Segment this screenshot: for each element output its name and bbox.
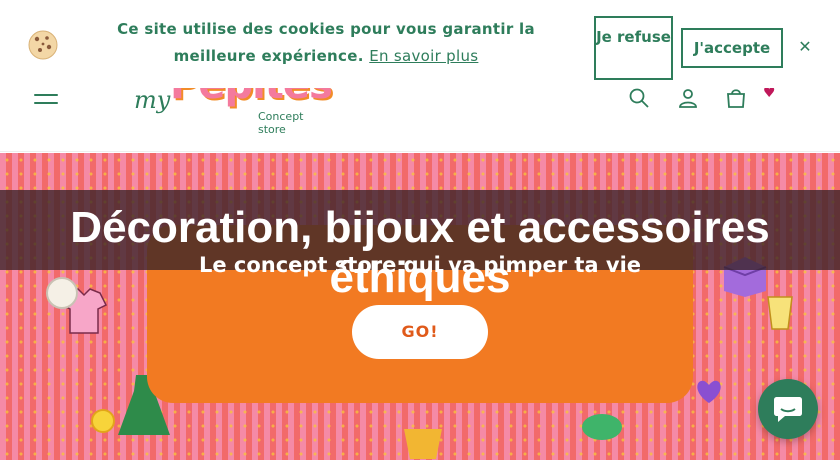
logo-tagline: Concept store <box>258 110 304 136</box>
lemon-illustration <box>91 409 115 433</box>
menu-icon[interactable] <box>34 86 58 108</box>
logo-prefix: my <box>134 86 171 114</box>
cart-icon[interactable] <box>724 86 748 110</box>
accept-cookies-button[interactable]: J'accepte <box>681 28 783 68</box>
account-icon[interactable] <box>676 86 700 110</box>
hero-subtitle: Le concept store qui va pimper ta vie <box>198 253 642 277</box>
cookie-message: Ce site utilise des cookies pour vous ga… <box>76 16 576 70</box>
heart-icon[interactable]: ♥ <box>763 86 779 100</box>
search-icon[interactable] <box>627 86 651 110</box>
cushion-illustration <box>582 414 622 440</box>
heart-illustration <box>697 380 721 403</box>
chat-icon <box>774 397 802 422</box>
pot-illustration <box>404 429 442 459</box>
close-icon[interactable]: ✕ <box>796 36 814 58</box>
chat-button[interactable] <box>758 379 818 439</box>
cookie-learn-more-link[interactable]: En savoir plus <box>369 47 478 65</box>
cookie-icon <box>28 30 58 60</box>
refuse-cookies-button[interactable]: Je refuse <box>594 16 673 80</box>
hero-banner: Décoration, bijoux et accessoires éthiqu… <box>0 153 840 460</box>
go-button[interactable]: GO! <box>352 305 488 359</box>
cookie-banner: Ce site utilise des cookies pour vous ga… <box>0 0 840 88</box>
